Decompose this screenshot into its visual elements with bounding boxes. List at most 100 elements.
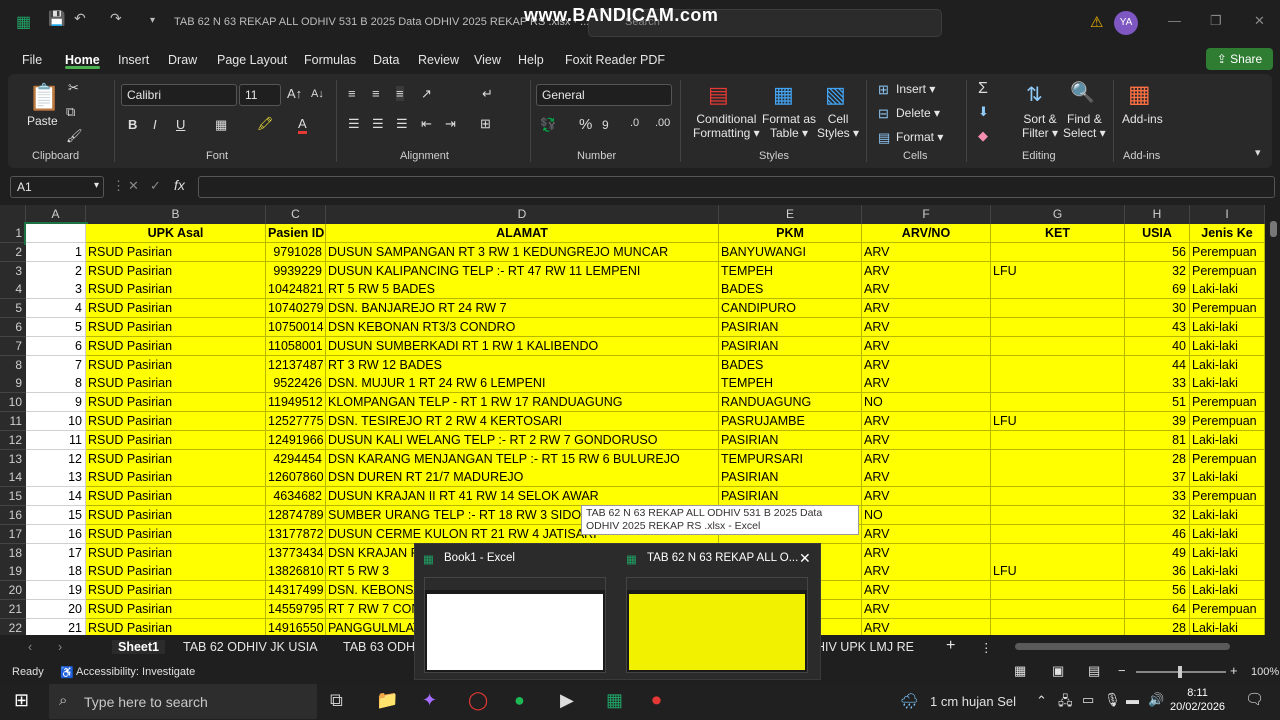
- table-cell[interactable]: RSUD Pasirian: [86, 618, 266, 635]
- clock[interactable]: 8:11 20/02/2026: [1170, 686, 1225, 714]
- table-cell[interactable]: 10: [26, 412, 86, 431]
- table-cell[interactable]: DUSUN SAMPANGAN RT 3 RW 1 KEDUNGREJO MUN…: [326, 242, 719, 262]
- row-header[interactable]: 18: [0, 543, 26, 563]
- table-cell[interactable]: 12874789: [266, 506, 326, 525]
- table-cell[interactable]: CANDIPURO: [719, 299, 862, 319]
- close-icon[interactable]: ✕: [799, 550, 811, 567]
- table-cell[interactable]: 28: [1125, 449, 1190, 469]
- align-center-icon[interactable]: ☰: [372, 116, 384, 132]
- table-cell[interactable]: BADES: [719, 355, 862, 375]
- table-cell[interactable]: 11: [26, 430, 86, 450]
- table-cell[interactable]: RSUD Pasirian: [86, 393, 266, 413]
- table-cell[interactable]: [991, 355, 1125, 375]
- table-cell[interactable]: PASIRIAN: [719, 336, 862, 356]
- table-cell[interactable]: KLOMPANGAN TELP - RT 1 RW 17 RANDUAGUNG: [326, 393, 719, 413]
- table-cell[interactable]: 6: [26, 336, 86, 356]
- row-header[interactable]: 11: [0, 412, 26, 431]
- header-cell[interactable]: [24, 222, 88, 245]
- table-cell[interactable]: LFU: [991, 412, 1125, 431]
- menu-help[interactable]: Help: [518, 53, 544, 67]
- table-cell[interactable]: 69: [1125, 280, 1190, 300]
- table-cell[interactable]: 51: [1125, 393, 1190, 413]
- table-cell[interactable]: 4: [26, 299, 86, 319]
- file-explorer-icon[interactable]: 📁: [376, 690, 398, 711]
- spotify-icon[interactable]: ●: [514, 690, 525, 711]
- tab-hiv-upk-lmj[interactable]: HIV UPK LMJ RE: [816, 640, 914, 654]
- table-cell[interactable]: 8: [26, 374, 86, 394]
- find-select-label[interactable]: Find & Select ▾: [1063, 112, 1106, 140]
- table-cell[interactable]: NO: [862, 393, 991, 413]
- table-cell[interactable]: RSUD Pasirian: [86, 412, 266, 431]
- table-cell[interactable]: DUSUN KALI WELANG TELP :- RT 2 RW 7 GOND…: [326, 430, 719, 450]
- table-cell[interactable]: ARV: [862, 318, 991, 337]
- table-cell[interactable]: ARV: [862, 562, 991, 582]
- table-cell[interactable]: 1: [26, 242, 86, 262]
- table-cell[interactable]: [991, 336, 1125, 356]
- network-icon[interactable]: 🖧: [1058, 692, 1073, 714]
- table-cell[interactable]: Laki-laki: [1190, 336, 1265, 356]
- table-cell[interactable]: NO: [862, 506, 991, 525]
- avatar[interactable]: YA: [1114, 11, 1138, 35]
- table-cell[interactable]: 11949512: [266, 393, 326, 413]
- table-cell[interactable]: [991, 618, 1125, 635]
- table-cell[interactable]: ARV: [862, 581, 991, 601]
- header-cell[interactable]: PKM: [719, 224, 862, 243]
- table-cell[interactable]: RSUD Pasirian: [86, 449, 266, 469]
- table-cell[interactable]: DSN KARANG MENJANGAN TELP :- RT 15 RW 6 …: [326, 449, 719, 469]
- table-cell[interactable]: 9939229: [266, 261, 326, 281]
- align-middle-icon[interactable]: ≡: [372, 86, 380, 101]
- row-header[interactable]: 5: [0, 299, 26, 319]
- battery-icon[interactable]: ▬: [1126, 692, 1139, 707]
- table-cell[interactable]: 14: [26, 487, 86, 507]
- wrap-text-icon[interactable]: ↵: [482, 86, 493, 102]
- table-cell[interactable]: ARV: [862, 524, 991, 544]
- table-cell[interactable]: RSUD Pasirian: [86, 581, 266, 601]
- clear-icon[interactable]: ◆: [978, 128, 988, 144]
- table-cell[interactable]: Laki-laki: [1190, 468, 1265, 488]
- find-select-icon[interactable]: 🔍: [1070, 80, 1095, 105]
- table-cell[interactable]: RSUD Pasirian: [86, 355, 266, 375]
- table-cell[interactable]: 7: [26, 355, 86, 375]
- table-cell[interactable]: RSUD Pasirian: [86, 336, 266, 356]
- autosum-icon[interactable]: Σ: [978, 80, 988, 98]
- thumbnail-title-book1[interactable]: Book1 - Excel: [444, 552, 515, 564]
- row-header[interactable]: 6: [0, 318, 26, 337]
- table-cell[interactable]: 64: [1125, 600, 1190, 619]
- table-cell[interactable]: LFU: [991, 562, 1125, 582]
- row-header[interactable]: 16: [0, 506, 26, 525]
- table-cell[interactable]: RSUD Pasirian: [86, 468, 266, 488]
- italic-icon[interactable]: I: [153, 117, 157, 132]
- redo-icon[interactable]: ↷: [110, 10, 122, 27]
- table-cell[interactable]: 10750014: [266, 318, 326, 337]
- table-cell[interactable]: RSUD Pasirian: [86, 280, 266, 300]
- conditional-formatting-icon[interactable]: ▤: [708, 82, 729, 108]
- table-cell[interactable]: DUSUN KRAJAN II RT 41 RW 14 SELOK AWAR: [326, 487, 719, 507]
- table-cell[interactable]: 18: [26, 562, 86, 582]
- header-cell[interactable]: ARV/NO: [862, 224, 991, 243]
- table-cell[interactable]: Laki-laki: [1190, 374, 1265, 394]
- row-header[interactable]: 15: [0, 487, 26, 507]
- bandicam-record-icon[interactable]: ⏺: [652, 690, 661, 711]
- menu-formulas[interactable]: Formulas: [304, 53, 356, 67]
- table-cell[interactable]: 2: [26, 261, 86, 281]
- format-painter-icon[interactable]: 🖌: [66, 128, 83, 144]
- header-cell[interactable]: ALAMAT: [326, 224, 719, 243]
- font-size-dropdown[interactable]: 11: [239, 84, 281, 106]
- table-cell[interactable]: ARV: [862, 487, 991, 507]
- decrease-decimal-icon[interactable]: .00: [655, 117, 670, 129]
- table-cell[interactable]: Laki-laki: [1190, 543, 1265, 563]
- warning-icon[interactable]: ⚠: [1090, 13, 1103, 31]
- save-icon[interactable]: 💾: [48, 10, 65, 27]
- menu-review[interactable]: Review: [418, 53, 459, 67]
- underline-icon[interactable]: U: [176, 117, 185, 132]
- align-top-icon[interactable]: ≡: [348, 86, 356, 101]
- undo-icon[interactable]: ↶: [74, 10, 86, 27]
- table-cell[interactable]: Laki-laki: [1190, 355, 1265, 375]
- table-cell[interactable]: ARV: [862, 430, 991, 450]
- table-cell[interactable]: RSUD Pasirian: [86, 299, 266, 319]
- fill-color-icon[interactable]: 🖍: [257, 116, 274, 132]
- accessibility-status[interactable]: Accessibility: Investigate: [76, 666, 195, 678]
- conditional-formatting-label[interactable]: Conditional Formatting ▾: [693, 112, 760, 140]
- table-cell[interactable]: 44: [1125, 355, 1190, 375]
- zoom-level[interactable]: 100%: [1251, 666, 1279, 678]
